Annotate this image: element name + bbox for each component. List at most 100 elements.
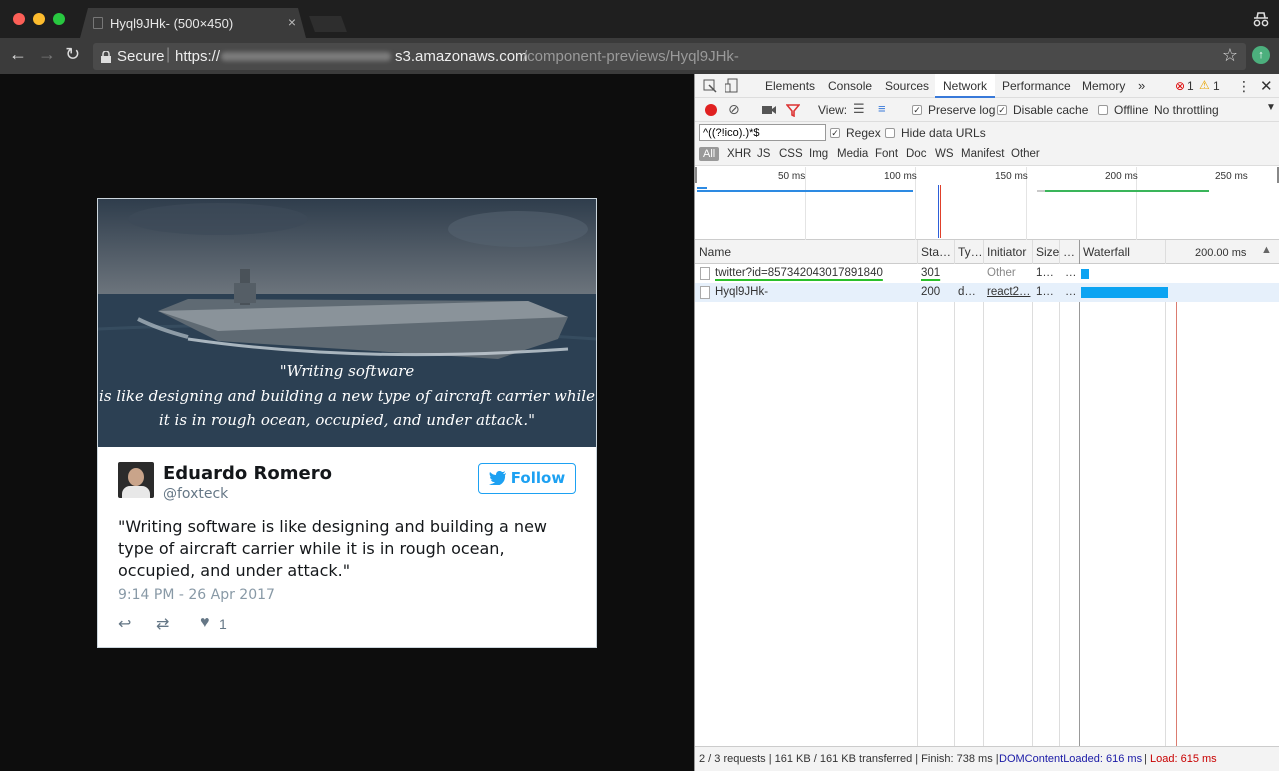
url-divider: | (166, 46, 171, 63)
author-handle[interactable]: @foxteck (163, 486, 228, 502)
tweet-image: "Writing software is like designing and … (98, 199, 596, 447)
type-doc[interactable]: Doc (906, 148, 926, 160)
regex-checkbox[interactable]: ✓ (830, 128, 840, 138)
tab-close-icon[interactable]: × (288, 14, 296, 30)
tab-title: Hyql9JHk- (500×450) (110, 16, 234, 31)
url-host: s3.amazonaws.com (395, 48, 528, 65)
type-xhr[interactable]: XHR (727, 148, 751, 160)
filter-input[interactable] (699, 124, 826, 141)
request-status: 301 (921, 267, 941, 279)
col-type[interactable]: Ty… (958, 245, 983, 259)
secure-label: Secure (117, 48, 165, 65)
request-row[interactable]: Hyql9JHk- 200 d… react2… 1… … (695, 283, 1279, 302)
filter-bar: ✓ Regex Hide data URLs (695, 122, 1279, 144)
reply-icon[interactable]: ↩ (118, 614, 131, 634)
throttling-dropdown-icon[interactable]: ▼ (1266, 102, 1276, 113)
request-time: … (1065, 267, 1077, 279)
zoom-window-button[interactable] (53, 13, 65, 25)
browser-tab[interactable]: Hyql9JHk- (500×450) × (80, 8, 306, 38)
timeline-tick: 250 ms (1215, 171, 1248, 182)
type-ws[interactable]: WS (935, 148, 954, 160)
type-media[interactable]: Media (837, 148, 868, 160)
page-icon (93, 17, 103, 29)
resource-type-bar: All XHR JS CSS Img Media Font Doc WS Man… (695, 144, 1279, 166)
col-status[interactable]: Sta… (921, 245, 951, 259)
type-manifest[interactable]: Manifest (961, 148, 1004, 160)
minimize-window-button[interactable] (33, 13, 45, 25)
close-window-button[interactable] (13, 13, 25, 25)
large-rows-icon[interactable]: ☰ (853, 101, 865, 117)
devtools-close-icon[interactable]: ✕ (1260, 77, 1273, 95)
disable-cache-label: Disable cache (1013, 103, 1089, 117)
filter-icon[interactable] (786, 104, 800, 117)
tab-performance[interactable]: Performance (1002, 79, 1071, 93)
avatar[interactable] (118, 462, 154, 498)
record-icon[interactable] (705, 104, 717, 116)
offline-label: Offline (1114, 103, 1149, 117)
tab-network[interactable]: Network (935, 74, 996, 98)
throttling-select[interactable]: No throttling (1154, 103, 1219, 117)
col-size[interactable]: Size (1036, 245, 1059, 259)
follow-button[interactable]: Follow (478, 463, 576, 494)
tab-memory[interactable]: Memory (1082, 79, 1125, 93)
request-initiator-link[interactable]: react2… (987, 286, 1030, 298)
type-font[interactable]: Font (875, 148, 898, 160)
request-status: 200 (921, 286, 941, 298)
type-all[interactable]: All (699, 147, 720, 161)
tab-sources[interactable]: Sources (885, 79, 929, 93)
error-count[interactable]: 1 (1187, 79, 1194, 93)
extension-icon[interactable]: ↑ (1252, 46, 1270, 64)
address-bar[interactable]: Secure | https:// s3.amazonaws.com /comp… (93, 43, 1246, 70)
request-row[interactable]: twitter?id=857342043017891840 301 Other … (695, 264, 1279, 283)
reload-icon[interactable]: ↻ (65, 44, 80, 65)
retweet-icon[interactable]: ⇄ (156, 614, 169, 634)
tab-console[interactable]: Console (828, 79, 872, 93)
type-css[interactable]: CSS (779, 148, 803, 160)
waterfall-bar[interactable] (1081, 287, 1168, 298)
tweet-timestamp[interactable]: 9:14 PM - 26 Apr 2017 (118, 587, 275, 603)
col-waterfall[interactable]: Waterfall (1083, 245, 1130, 259)
url-redacted (221, 52, 391, 61)
incognito-icon (1253, 12, 1269, 27)
clear-icon[interactable]: ⊘ (728, 101, 740, 118)
like-icon[interactable]: ♥ (200, 614, 210, 632)
col-initiator[interactable]: Initiator (987, 245, 1026, 259)
devtools-menu-icon[interactable]: ⋮ (1237, 78, 1251, 95)
bookmark-star-icon[interactable]: ☆ (1222, 45, 1238, 66)
hide-data-urls-checkbox[interactable] (885, 128, 895, 138)
col-time[interactable]: … (1063, 245, 1075, 259)
warning-count[interactable]: 1 (1213, 79, 1220, 93)
screenshot-camera-icon[interactable] (762, 105, 776, 115)
network-overview[interactable]: 50 ms 100 ms 150 ms 200 ms 250 ms (695, 167, 1279, 240)
devtools-panel: Elements Console Sources Network Perform… (694, 74, 1279, 771)
request-initiator: Other (987, 267, 1016, 279)
author-name[interactable]: Eduardo Romero (163, 463, 332, 484)
browser-toolbar: ← → ↻ Secure | https:// s3.amazonaws.com… (0, 38, 1279, 74)
inspect-element-icon[interactable] (703, 79, 717, 93)
lock-icon (101, 51, 111, 63)
col-name[interactable]: Name (699, 245, 731, 259)
type-other[interactable]: Other (1011, 148, 1040, 160)
request-name[interactable]: twitter?id=857342043017891840 (715, 267, 883, 279)
view-label: View: (818, 103, 848, 117)
summary-text: 2 / 3 requests | 161 KB / 161 KB transfe… (699, 753, 999, 765)
type-img[interactable]: Img (809, 148, 828, 160)
regex-label: Regex (846, 126, 881, 140)
offline-checkbox[interactable] (1098, 105, 1108, 115)
more-tabs-icon[interactable]: » (1138, 78, 1145, 93)
tab-elements[interactable]: Elements (765, 79, 815, 93)
network-toolbar: ⊘ View: ☰ ≡ ✓ Preserve log ✓ Disable cac… (695, 98, 1279, 122)
device-toolbar-icon[interactable] (725, 78, 739, 93)
title-bar: Hyql9JHk- (500×450) × (0, 0, 1279, 38)
new-tab-button[interactable] (309, 16, 347, 32)
disable-cache-checkbox[interactable]: ✓ (997, 105, 1007, 115)
back-icon[interactable]: ← (9, 44, 27, 65)
forward-icon[interactable]: → (38, 44, 56, 65)
preserve-log-checkbox[interactable]: ✓ (912, 105, 922, 115)
request-name[interactable]: Hyql9JHk- (715, 286, 768, 298)
waterfall-bar[interactable] (1081, 269, 1089, 279)
sort-ascending-icon[interactable]: ▲ (1261, 244, 1272, 256)
image-quote-line-2: is like designing and building a new typ… (99, 387, 595, 405)
type-js[interactable]: JS (757, 148, 770, 160)
overview-waterfall-icon[interactable]: ≡ (878, 101, 886, 116)
